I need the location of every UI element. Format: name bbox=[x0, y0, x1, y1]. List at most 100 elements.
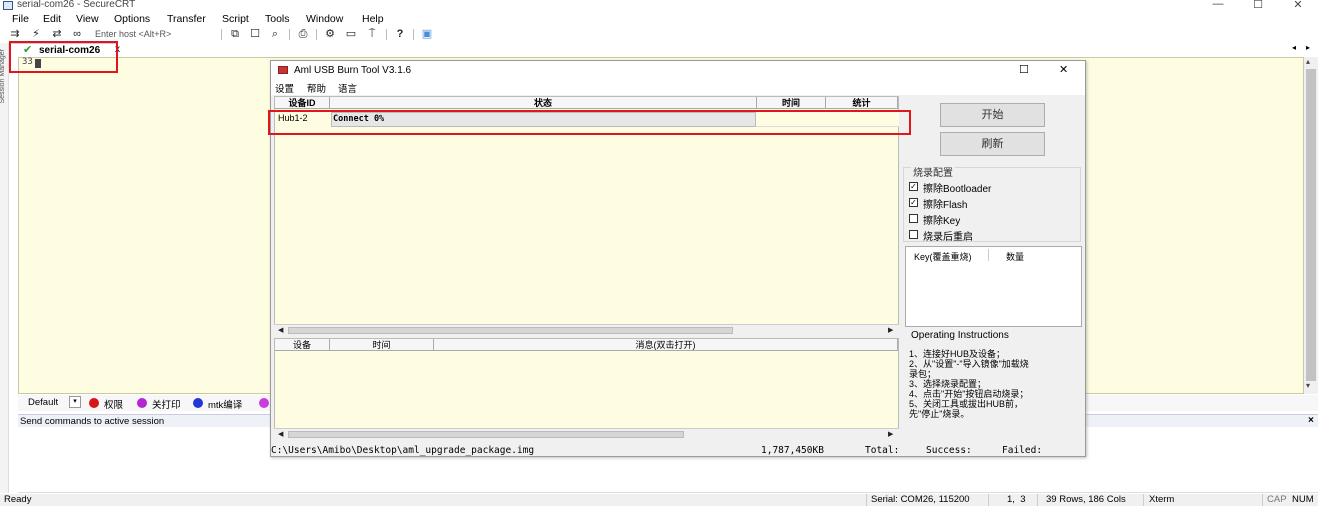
settings-icon[interactable]: ⚙ bbox=[323, 28, 337, 40]
status-position: 1, 3 bbox=[1007, 494, 1026, 505]
toolbar: ⇉ ⚡ ⇄ ∞ Enter host <Alt+R> ⧉ ☐ ⌕ ⎙ ⚙ ▭ ⍑… bbox=[0, 26, 1318, 43]
erase-bootloader-label: 擦除Bootloader bbox=[923, 184, 992, 195]
toolbar-separator bbox=[386, 29, 387, 40]
button-bar-combo[interactable]: Default bbox=[28, 397, 58, 408]
msg-header-message[interactable]: 消息(双击打开) bbox=[434, 339, 898, 351]
status-bar: Ready Serial: COM26, 115200 1, 3 39 Rows… bbox=[0, 494, 1318, 506]
dialog-title: Aml USB Burn Tool V3.1.6 bbox=[294, 65, 412, 76]
copy-icon[interactable]: ⧉ bbox=[228, 28, 242, 40]
erase-key-label: 擦除Key bbox=[923, 216, 961, 227]
instruction-line: 2、从"设置"-"导入镜像"加载烧 bbox=[909, 359, 1029, 369]
menu-help[interactable]: Help bbox=[362, 13, 384, 25]
msg-header-time[interactable]: 时间 bbox=[330, 339, 434, 351]
dialog-menu-language[interactable]: 语言 bbox=[338, 81, 357, 95]
connect-icon[interactable]: ⇉ bbox=[8, 28, 22, 40]
key-header-count[interactable]: 数量 bbox=[1006, 250, 1024, 263]
print-icon[interactable]: ⎙ bbox=[296, 28, 310, 40]
msg-header-device[interactable]: 设备 bbox=[275, 339, 330, 351]
maximize-button[interactable]: ☐ bbox=[1238, 0, 1278, 11]
menu-window[interactable]: Window bbox=[306, 13, 343, 25]
menu-view[interactable]: View bbox=[76, 13, 99, 25]
terminal-scrollbar[interactable]: ▴ ▾ bbox=[1304, 57, 1318, 394]
help-icon[interactable]: ? bbox=[393, 28, 407, 40]
menu-file[interactable]: File bbox=[12, 13, 29, 25]
menu-options[interactable]: Options bbox=[114, 13, 150, 25]
start-button[interactable]: 开始 bbox=[940, 103, 1045, 127]
scroll-right-icon[interactable]: ▶ bbox=[888, 430, 893, 438]
button-mtk-compile[interactable]: mtk编译 bbox=[208, 397, 242, 411]
menu-tools[interactable]: Tools bbox=[265, 13, 290, 25]
erase-flash-checkbox[interactable]: ✓ bbox=[909, 198, 918, 207]
tab-strip: ◂ ▸ bbox=[10, 43, 1318, 57]
erase-key-checkbox[interactable] bbox=[909, 214, 918, 223]
message-grid-hscroll[interactable]: ◀ ▶ bbox=[274, 428, 899, 440]
dialog-close-icon[interactable]: ✕ bbox=[1059, 63, 1068, 76]
button-guandayin[interactable]: 关打印 bbox=[152, 397, 181, 411]
sftp-icon[interactable]: ⍑ bbox=[365, 28, 379, 40]
instruction-line: 4、点击"开始"按钮启动烧录； bbox=[909, 389, 1029, 399]
record-icon bbox=[137, 398, 147, 408]
reconnect-icon[interactable]: ⇄ bbox=[50, 28, 64, 40]
status-separator bbox=[1037, 494, 1038, 506]
dialog-menu-settings[interactable]: 设置 bbox=[275, 81, 294, 95]
key-header-key[interactable]: Key(覆盖重烧) bbox=[914, 250, 972, 263]
session-manager-rail[interactable]: Session Manager bbox=[0, 43, 9, 493]
status-separator bbox=[866, 494, 867, 506]
combo-dropdown-icon[interactable]: ▾ bbox=[69, 396, 81, 408]
command-window-close-icon[interactable]: × bbox=[1308, 415, 1314, 426]
menu-transfer[interactable]: Transfer bbox=[167, 13, 206, 25]
reboot-after-burn-checkbox[interactable] bbox=[909, 230, 918, 239]
status-separator bbox=[1262, 494, 1263, 506]
quick-connect-icon[interactable]: ⚡ bbox=[29, 28, 43, 40]
paste-icon[interactable]: ☐ bbox=[248, 28, 262, 40]
window-title: serial-com26 - SecureCRT bbox=[17, 0, 136, 10]
scroll-up-icon[interactable]: ▴ bbox=[1306, 57, 1310, 66]
button-quanxian[interactable]: 权限 bbox=[104, 397, 123, 411]
host-input[interactable]: Enter host <Alt+R> bbox=[92, 28, 220, 41]
tab-scroll-left-icon[interactable]: ◂ bbox=[1292, 43, 1296, 52]
path-bar: C:\Users\Amibo\Desktop\aml_upgrade_packa… bbox=[271, 443, 1085, 457]
key-table[interactable]: Key(覆盖重烧) 数量 bbox=[905, 246, 1082, 327]
disconnect-icon[interactable]: ∞ bbox=[70, 28, 84, 40]
instruction-line: 录包； bbox=[909, 369, 937, 379]
status-num: NUM bbox=[1292, 494, 1314, 505]
grid-header-status[interactable]: 状态 bbox=[330, 97, 757, 109]
grid-header-stats[interactable]: 统计 bbox=[826, 97, 898, 109]
image-size: 1,787,450KB bbox=[761, 445, 824, 456]
scrollbar-thumb[interactable] bbox=[1306, 69, 1316, 381]
instructions-title: Operating Instructions bbox=[911, 330, 1009, 341]
tab-scroll-right-icon[interactable]: ▸ bbox=[1306, 43, 1310, 52]
device-grid-hscroll[interactable]: ◀ ▶ bbox=[274, 324, 899, 336]
scrollbar-thumb[interactable] bbox=[288, 431, 684, 438]
securecrt-app-icon bbox=[3, 1, 13, 10]
title-bar: serial-com26 - SecureCRT — ☐ ✕ bbox=[0, 0, 1318, 12]
grid-header-time[interactable]: 时间 bbox=[757, 97, 826, 109]
erase-bootloader-checkbox[interactable]: ✓ bbox=[909, 182, 918, 191]
dialog-maximize-icon[interactable]: ☐ bbox=[1019, 63, 1029, 76]
scroll-left-icon[interactable]: ◀ bbox=[278, 430, 283, 438]
menu-script[interactable]: Script bbox=[222, 13, 249, 25]
menu-edit[interactable]: Edit bbox=[43, 13, 61, 25]
status-serial: Serial: COM26, 115200 bbox=[871, 494, 970, 505]
record-icon bbox=[89, 398, 99, 408]
toolbar-separator bbox=[221, 29, 222, 40]
message-grid[interactable]: 设备 时间 消息(双击打开) bbox=[274, 338, 899, 440]
reboot-after-burn-label: 烧录后重启 bbox=[923, 232, 973, 243]
screen-icon[interactable]: ▣ bbox=[420, 28, 434, 40]
minimize-button[interactable]: — bbox=[1198, 0, 1238, 10]
dialog-menu-help[interactable]: 帮助 bbox=[307, 81, 326, 95]
highlight-box-device-row bbox=[268, 110, 911, 135]
grid-header-device-id[interactable]: 设备ID bbox=[275, 97, 330, 109]
scroll-down-icon[interactable]: ▾ bbox=[1306, 381, 1310, 390]
scroll-left-icon[interactable]: ◀ bbox=[278, 326, 283, 334]
burn-config-title: 烧录配置 bbox=[911, 164, 955, 179]
scroll-right-icon[interactable]: ▶ bbox=[888, 326, 893, 334]
status-ready: Ready bbox=[4, 494, 32, 505]
scrollbar-thumb[interactable] bbox=[288, 327, 733, 334]
refresh-button[interactable]: 刷新 bbox=[940, 132, 1045, 156]
record-icon bbox=[193, 398, 203, 408]
keymap-icon[interactable]: ▭ bbox=[344, 28, 358, 40]
highlight-box-tab bbox=[9, 41, 118, 73]
close-button[interactable]: ✕ bbox=[1278, 0, 1318, 11]
find-icon[interactable]: ⌕ bbox=[268, 28, 282, 40]
